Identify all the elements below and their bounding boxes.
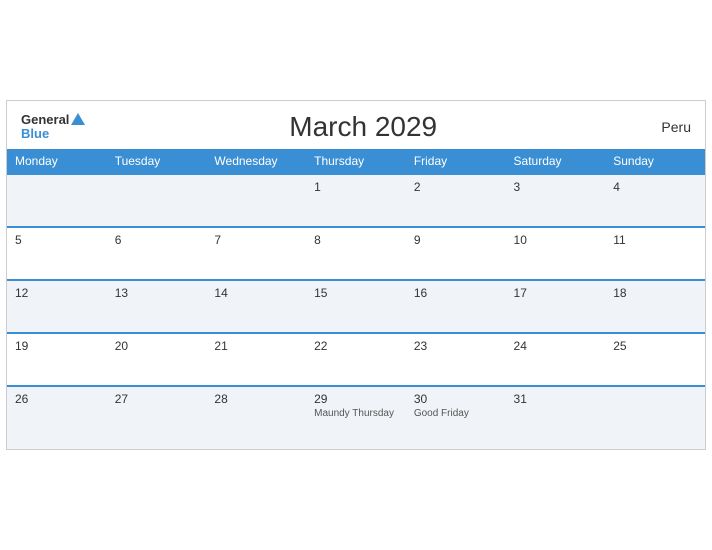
day-number: 8	[314, 233, 398, 247]
day-number: 13	[115, 286, 199, 300]
calendar: General Blue March 2029 Peru Monday Tues…	[6, 100, 706, 450]
day-number: 23	[414, 339, 498, 353]
day-number: 20	[115, 339, 199, 353]
day-cell: 5	[7, 227, 107, 280]
day-cell	[7, 174, 107, 227]
day-cell: 13	[107, 280, 207, 333]
day-number: 18	[613, 286, 697, 300]
day-cell: 19	[7, 333, 107, 386]
day-number: 12	[15, 286, 99, 300]
calendar-body: 1234567891011121314151617181920212223242…	[7, 174, 705, 449]
day-number: 3	[514, 180, 598, 194]
week-row-1: 5 6 7 8 9 10 11	[7, 227, 705, 280]
day-cell: 7	[206, 227, 306, 280]
day-cell: 9	[406, 227, 506, 280]
day-number: 30	[414, 392, 498, 406]
day-cell: 28	[206, 386, 306, 449]
week-row-3: 19 20 21 22 23 24 25	[7, 333, 705, 386]
day-cell: 12	[7, 280, 107, 333]
header-monday: Monday	[7, 149, 107, 174]
day-number: 11	[613, 233, 697, 247]
day-cell: 21	[206, 333, 306, 386]
calendar-table: Monday Tuesday Wednesday Thursday Friday…	[7, 149, 705, 449]
day-cell: 18	[605, 280, 705, 333]
day-cell: 20	[107, 333, 207, 386]
day-cell: 27	[107, 386, 207, 449]
day-number: 31	[514, 392, 598, 406]
day-number: 19	[15, 339, 99, 353]
header-thursday: Thursday	[306, 149, 406, 174]
day-cell	[605, 386, 705, 449]
day-number: 1	[314, 180, 398, 194]
day-cell: 2	[406, 174, 506, 227]
day-number: 22	[314, 339, 398, 353]
day-cell: 25	[605, 333, 705, 386]
calendar-thead: Monday Tuesday Wednesday Thursday Friday…	[7, 149, 705, 174]
day-number: 25	[613, 339, 697, 353]
day-cell: 17	[506, 280, 606, 333]
days-header-row: Monday Tuesday Wednesday Thursday Friday…	[7, 149, 705, 174]
day-cell: 31	[506, 386, 606, 449]
header-wednesday: Wednesday	[206, 149, 306, 174]
header-saturday: Saturday	[506, 149, 606, 174]
day-number: 6	[115, 233, 199, 247]
holiday-label: Good Friday	[414, 408, 498, 419]
header-tuesday: Tuesday	[107, 149, 207, 174]
day-cell: 29 Maundy Thursday	[306, 386, 406, 449]
day-number: 4	[613, 180, 697, 194]
day-number: 29	[314, 392, 398, 406]
header-sunday: Sunday	[605, 149, 705, 174]
day-number: 24	[514, 339, 598, 353]
week-row-2: 12 13 14 15 16 17 18	[7, 280, 705, 333]
day-number: 17	[514, 286, 598, 300]
day-cell: 26	[7, 386, 107, 449]
week-row-4: 26 27 28 29 Maundy Thursday 30 Good Friday 31	[7, 386, 705, 449]
day-number: 26	[15, 392, 99, 406]
day-cell: 3	[506, 174, 606, 227]
day-cell	[107, 174, 207, 227]
day-number: 15	[314, 286, 398, 300]
week-row-0: 1 2 3 4	[7, 174, 705, 227]
day-cell: 14	[206, 280, 306, 333]
day-cell: 16	[406, 280, 506, 333]
day-number: 5	[15, 233, 99, 247]
day-number: 14	[214, 286, 298, 300]
header-friday: Friday	[406, 149, 506, 174]
day-cell: 22	[306, 333, 406, 386]
day-number: 21	[214, 339, 298, 353]
calendar-title: March 2029	[85, 111, 641, 143]
day-cell: 4	[605, 174, 705, 227]
holiday-label: Maundy Thursday	[314, 408, 398, 419]
day-number: 28	[214, 392, 298, 406]
day-number: 9	[414, 233, 498, 247]
day-number: 7	[214, 233, 298, 247]
day-cell: 6	[107, 227, 207, 280]
day-cell: 8	[306, 227, 406, 280]
day-cell: 24	[506, 333, 606, 386]
country-label: Peru	[641, 119, 691, 135]
day-cell: 15	[306, 280, 406, 333]
day-cell: 23	[406, 333, 506, 386]
logo-blue-text: Blue	[21, 127, 49, 141]
logo-general-text: General	[21, 113, 85, 127]
day-number: 10	[514, 233, 598, 247]
day-number: 27	[115, 392, 199, 406]
logo: General Blue	[21, 113, 85, 142]
logo-triangle-icon	[71, 113, 85, 125]
day-cell	[206, 174, 306, 227]
day-cell: 1	[306, 174, 406, 227]
day-number: 2	[414, 180, 498, 194]
day-cell: 10	[506, 227, 606, 280]
day-number: 16	[414, 286, 498, 300]
calendar-header: General Blue March 2029 Peru	[7, 101, 705, 149]
day-cell: 30 Good Friday	[406, 386, 506, 449]
day-cell: 11	[605, 227, 705, 280]
